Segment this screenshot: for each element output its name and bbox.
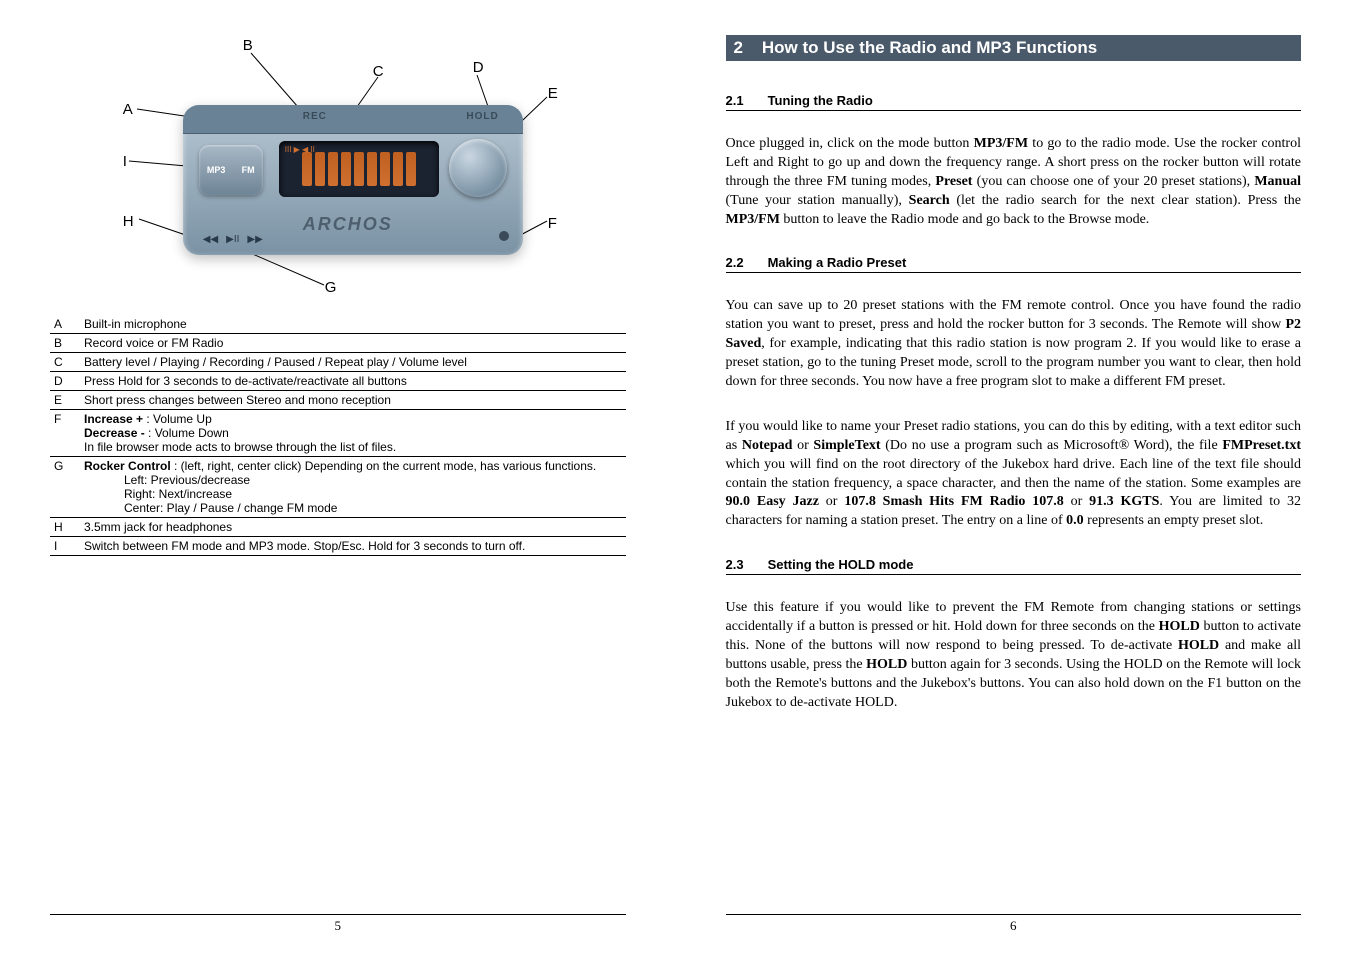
two-page-spread: B C D E A I H F G REC bbox=[0, 0, 1351, 954]
legend-key: E bbox=[50, 391, 80, 410]
legend-text: 3.5mm jack for headphones bbox=[80, 518, 626, 537]
table-row: BRecord voice or FM Radio bbox=[50, 334, 626, 353]
legend-text: Rocker Control : (left, right, center cl… bbox=[80, 457, 626, 518]
legend-text: Battery level / Playing / Recording / Pa… bbox=[80, 353, 626, 372]
label-F: F bbox=[548, 215, 557, 232]
legend-text: Press Hold for 3 seconds to de-activate/… bbox=[80, 372, 626, 391]
legend-table: ABuilt-in microphoneBRecord voice or FM … bbox=[50, 315, 626, 556]
legend-key: A bbox=[50, 315, 80, 334]
subsection-23: 2.3 Setting the HOLD mode bbox=[726, 557, 1302, 575]
label-B: B bbox=[243, 37, 253, 54]
rewind-icon: ◀◀ bbox=[203, 234, 218, 245]
subsection-22-num: 2.2 bbox=[726, 255, 744, 270]
label-C: C bbox=[373, 63, 384, 80]
para-23: Use this feature if you would like to pr… bbox=[726, 599, 1302, 712]
lcd-display: III ▶ ◀ II bbox=[279, 141, 439, 197]
subsection-21-title: Tuning the Radio bbox=[768, 93, 873, 108]
section-number: 2 bbox=[734, 38, 743, 57]
page-number-right: 6 bbox=[1010, 918, 1017, 933]
left-page: B C D E A I H F G REC bbox=[0, 0, 676, 954]
rec-label: REC bbox=[303, 111, 327, 122]
playback-buttons: ◀◀ ▶II ▶▶ bbox=[203, 234, 263, 245]
table-row: EShort press changes between Stereo and … bbox=[50, 391, 626, 410]
table-row: DPress Hold for 3 seconds to de-activate… bbox=[50, 372, 626, 391]
subsection-21: 2.1 Tuning the Radio bbox=[726, 93, 1302, 111]
table-row: ISwitch between FM mode and MP3 mode. St… bbox=[50, 537, 626, 556]
label-I: I bbox=[123, 153, 127, 170]
play-pause-icon: ▶II bbox=[226, 234, 239, 245]
page-footer-left: 5 bbox=[50, 914, 626, 934]
device-diagram: B C D E A I H F G REC bbox=[103, 35, 573, 295]
para-22-1: You can save up to 20 preset stations wi… bbox=[726, 297, 1302, 391]
para-21: Once plugged in, click on the mode butto… bbox=[726, 135, 1302, 229]
headphone-jack bbox=[499, 231, 509, 241]
legend-text: Switch between FM mode and MP3 mode. Sto… bbox=[80, 537, 626, 556]
legend-key: D bbox=[50, 372, 80, 391]
legend-text: Short press changes between Stereo and m… bbox=[80, 391, 626, 410]
hold-label: HOLD bbox=[466, 111, 498, 122]
archos-logo: ARCHOS bbox=[303, 214, 393, 235]
device-top-panel: REC HOLD bbox=[183, 105, 523, 134]
device-body: REC HOLD MP3 FM III ▶ ◀ II ARCHOS ◀◀ bbox=[183, 105, 523, 255]
label-D: D bbox=[473, 59, 484, 76]
section-header: 2 How to Use the Radio and MP3 Functions bbox=[726, 35, 1302, 61]
label-E: E bbox=[548, 85, 558, 102]
fm-label: FM bbox=[242, 165, 255, 175]
label-H: H bbox=[123, 213, 134, 230]
mp3-label: MP3 bbox=[207, 165, 226, 175]
table-row: CBattery level / Playing / Recording / P… bbox=[50, 353, 626, 372]
legend-key: I bbox=[50, 537, 80, 556]
page-number-left: 5 bbox=[335, 918, 342, 933]
legend-text: Increase + : Volume UpDecrease - : Volum… bbox=[80, 410, 626, 457]
subsection-23-num: 2.3 bbox=[726, 557, 744, 572]
legend-key: H bbox=[50, 518, 80, 537]
rocker-control bbox=[449, 139, 507, 197]
subsection-23-title: Setting the HOLD mode bbox=[768, 557, 914, 572]
section-title: How to Use the Radio and MP3 Functions bbox=[762, 38, 1097, 57]
legend-text: Built-in microphone bbox=[80, 315, 626, 334]
subsection-22-title: Making a Radio Preset bbox=[768, 255, 907, 270]
mode-switch: MP3 FM bbox=[199, 145, 263, 195]
table-row: GRocker Control : (left, right, center c… bbox=[50, 457, 626, 518]
table-row: FIncrease + : Volume UpDecrease - : Volu… bbox=[50, 410, 626, 457]
legend-key: B bbox=[50, 334, 80, 353]
legend-key: F bbox=[50, 410, 80, 457]
right-page: 2 How to Use the Radio and MP3 Functions… bbox=[676, 0, 1351, 954]
subsection-22: 2.2 Making a Radio Preset bbox=[726, 255, 1302, 273]
forward-icon: ▶▶ bbox=[247, 234, 262, 245]
page-footer-right: 6 bbox=[726, 914, 1302, 934]
legend-key: C bbox=[50, 353, 80, 372]
lcd-icons: III ▶ ◀ II bbox=[285, 145, 315, 154]
legend-text: Record voice or FM Radio bbox=[80, 334, 626, 353]
label-A: A bbox=[123, 101, 133, 118]
legend-key: G bbox=[50, 457, 80, 518]
label-G: G bbox=[325, 279, 337, 296]
para-22-2: If you would like to name your Preset ra… bbox=[726, 418, 1302, 531]
subsection-21-num: 2.1 bbox=[726, 93, 744, 108]
table-row: H3.5mm jack for headphones bbox=[50, 518, 626, 537]
table-row: ABuilt-in microphone bbox=[50, 315, 626, 334]
